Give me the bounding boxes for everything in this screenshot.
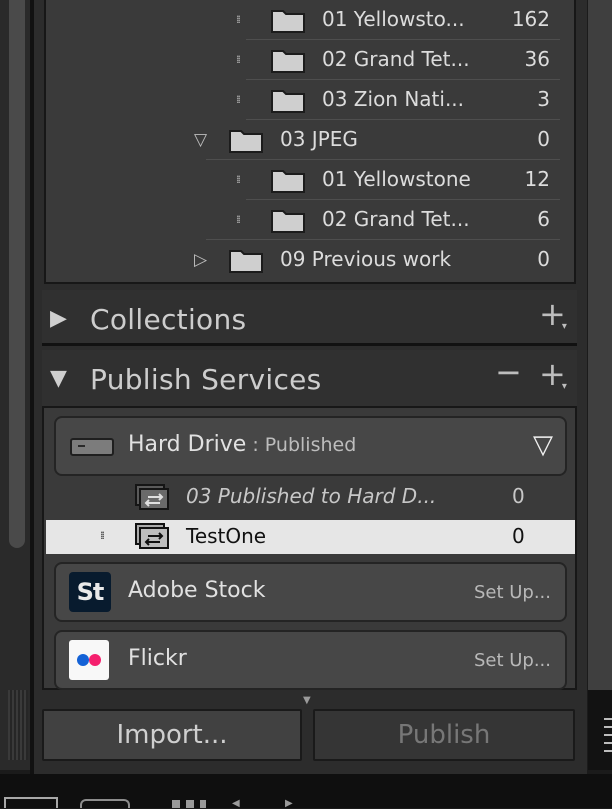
adobe-stock-name: Adobe Stock — [128, 578, 266, 603]
hard-drive-service[interactable]: Hard Drive : Published ▽ — [54, 416, 567, 476]
folder-row[interactable]: ⁞⁞ 02 Grand Tet... 36 — [46, 40, 574, 80]
folder-drag-handle-icon: ⁞⁞ — [236, 53, 241, 66]
published-collection-label: 03 Published to Hard D... — [186, 484, 437, 508]
import-button[interactable]: Import... — [42, 709, 302, 761]
publish-button[interactable]: Publish — [313, 709, 575, 761]
folder-count: 0 — [537, 127, 550, 151]
folder-drag-handle-icon: ⁞⁞ — [236, 13, 241, 26]
scroll-down-icon[interactable]: ▼ — [303, 695, 311, 706]
grid-view-icon[interactable] — [604, 712, 612, 752]
flickr-name: Flickr — [128, 646, 187, 671]
drag-handle-icon: ⁞⁞ — [100, 529, 105, 542]
folder-count: 36 — [524, 47, 550, 71]
plus-icon[interactable]: +▾ — [539, 298, 567, 343]
flickr-setup-link[interactable]: Set Up... — [474, 650, 551, 671]
hard-drive-status: Published — [264, 434, 357, 456]
folder-row[interactable]: ⁞⁞ 02 Grand Tet... 6 — [46, 200, 574, 240]
folder-icon — [271, 90, 305, 113]
folder-row[interactable]: ⁞⁞ 03 Zion Nati... 3 — [46, 80, 574, 120]
folder-drag-handle-icon: ⁞⁞ — [236, 93, 241, 106]
folder-icon — [271, 170, 305, 193]
folder-count: 6 — [537, 207, 550, 231]
folder-icon — [271, 10, 305, 33]
folder-row[interactable]: ⁞⁞ 01 Yellowstone 12 — [46, 160, 574, 200]
adobe-stock-setup-link[interactable]: Set Up... — [474, 582, 551, 603]
collections-expand-icon[interactable]: ▶ — [50, 306, 67, 331]
folder-row[interactable]: ▷ 09 Previous work 0 — [46, 240, 574, 280]
folder-label: 09 Previous work — [280, 247, 452, 271]
folder-icon — [229, 130, 263, 153]
published-collection-row[interactable]: 03 Published to Hard D... 0 — [46, 478, 575, 518]
folder-row[interactable]: ⁞⁞ 01 Yellowsto... 162 — [46, 0, 574, 40]
filmstrip-panel-icon[interactable] — [4, 797, 58, 808]
collections-header[interactable]: ▶ Collections +▾ — [42, 290, 577, 346]
published-collection-count: 0 — [512, 484, 525, 508]
published-collection-count: 0 — [512, 524, 525, 548]
hard-drive-icon — [70, 438, 114, 456]
collapse-triangle-icon[interactable]: ▷ — [194, 250, 212, 270]
publish-services-title: Publish Services — [90, 363, 322, 396]
publish-services-header[interactable]: ▼ Publish Services − +▾ — [42, 350, 577, 406]
folder-icon — [271, 210, 305, 233]
folders-panel: ⁞⁞ 01 Yellowsto... 162 ⁞⁞ 02 Grand Tet..… — [44, 0, 576, 284]
folder-label: 03 Zion Nati... — [322, 87, 465, 111]
right-panel-edge — [588, 0, 612, 770]
filmstrip-monitor-icon[interactable] — [80, 799, 130, 808]
publish-services-collapse-icon[interactable]: ▼ — [50, 366, 67, 391]
flickr-logo-icon — [69, 640, 109, 680]
published-collection-label: TestOne — [186, 524, 267, 548]
folder-label: 02 Grand Tet... — [322, 207, 470, 231]
left-scrollbar[interactable] — [9, 0, 25, 548]
plus-icon[interactable]: +▾ — [539, 358, 567, 403]
folder-row[interactable]: ▽ 03 JPEG 0 — [46, 120, 574, 160]
folder-count: 162 — [511, 7, 550, 31]
folder-label: 03 JPEG — [280, 127, 358, 151]
hard-drive-name: Hard Drive : Published — [128, 432, 357, 457]
folder-count: 0 — [537, 247, 550, 271]
expand-triangle-icon[interactable]: ▽ — [194, 130, 212, 150]
folder-count: 12 — [524, 167, 550, 191]
minus-icon[interactable]: − — [495, 356, 522, 388]
folder-count: 3 — [537, 87, 550, 111]
folder-label: 02 Grand Tet... — [322, 47, 470, 71]
adobe-stock-logo-icon: St — [69, 572, 111, 612]
filmstrip-grid-icon[interactable] — [172, 800, 206, 808]
published-collection-row-selected[interactable]: ⁞⁞ TestOne 0 — [46, 520, 575, 554]
chevron-down-icon[interactable]: ▽ — [533, 430, 553, 460]
forward-arrow-icon[interactable]: ▶ — [285, 799, 295, 809]
published-collection-icon — [135, 484, 169, 510]
publish-services-panel: Hard Drive : Published ▽ 03 Published to… — [42, 406, 577, 690]
flickr-service[interactable]: Flickr Set Up... — [54, 630, 567, 690]
folder-label: 01 Yellowsto... — [322, 7, 465, 31]
folder-drag-handle-icon: ⁞⁞ — [236, 213, 241, 226]
left-resize-grip[interactable] — [8, 690, 28, 760]
collections-title: Collections — [90, 303, 247, 336]
folder-icon — [229, 250, 263, 273]
section-divider — [42, 343, 577, 346]
back-arrow-icon[interactable]: ◀ — [232, 799, 242, 809]
folder-icon — [271, 50, 305, 73]
folder-label: 01 Yellowstone — [322, 167, 471, 191]
adobe-stock-service[interactable]: St Adobe Stock Set Up... — [54, 562, 567, 622]
folder-drag-handle-icon: ⁞⁞ — [236, 173, 241, 186]
published-collection-icon — [135, 523, 169, 549]
